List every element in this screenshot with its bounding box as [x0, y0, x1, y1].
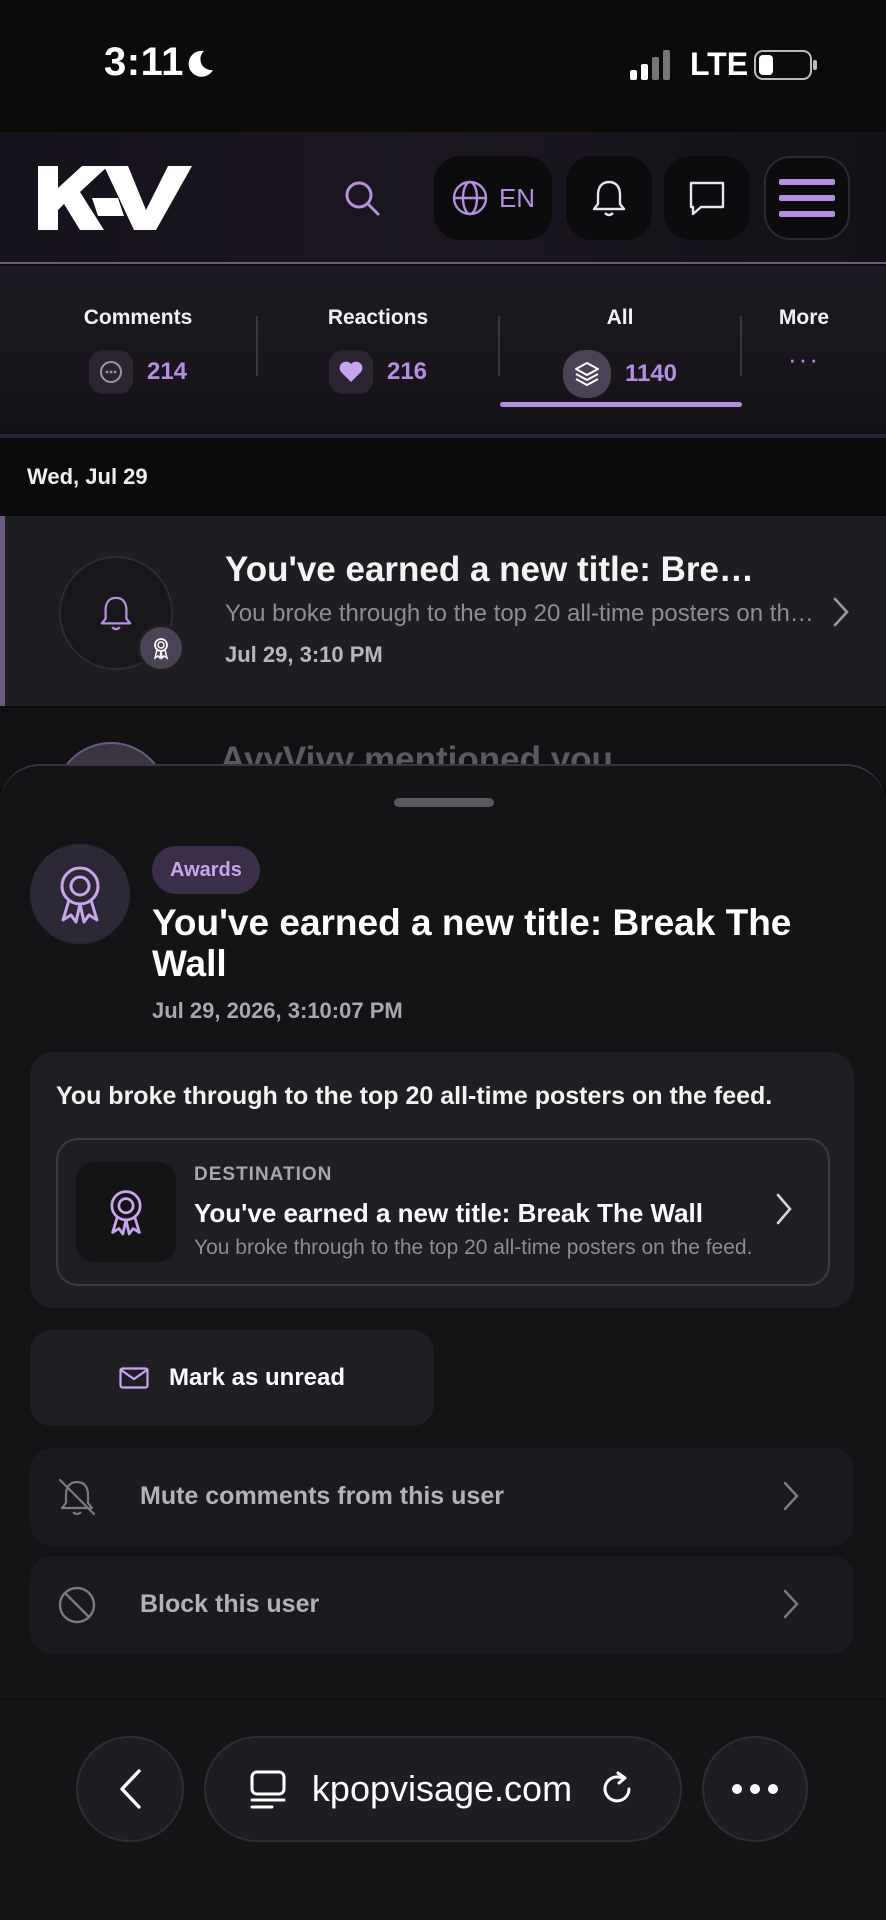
block-icon — [58, 1586, 96, 1624]
app-header: EN — [0, 132, 886, 264]
heart-icon — [328, 350, 373, 394]
active-tab-indicator — [500, 402, 742, 407]
moon-icon — [188, 50, 213, 77]
tab-reactions[interactable]: Reactions 216 — [258, 306, 498, 394]
tab-more[interactable]: More ··· — [744, 306, 864, 375]
layers-icon — [562, 350, 611, 398]
chevron-right-icon — [833, 597, 849, 627]
sheet-timestamp: Jul 29, 2026, 3:10:07 PM — [152, 998, 403, 1023]
bell-icon — [100, 596, 132, 631]
mark-unread-button[interactable]: Mark as unread — [30, 1330, 434, 1426]
mute-user-row[interactable]: Mute comments from this user — [30, 1448, 854, 1546]
message-text: You broke through to the top 20 all-time… — [56, 1082, 773, 1110]
bell-icon — [592, 180, 626, 217]
notification-item[interactable]: You've earned a new title: Bre… You brok… — [0, 516, 886, 706]
url-text: kpopvisage.com — [311, 1768, 573, 1809]
network-label: LTE — [690, 46, 749, 82]
notification-title: You've earned a new title: Bre… — [225, 550, 754, 589]
destination-body: You broke through to the top 20 all-time… — [194, 1236, 753, 1259]
category-chip: Awards — [152, 846, 260, 894]
destination-link[interactable]: DESTINATION You've earned a new title: B… — [56, 1138, 830, 1286]
language-button[interactable]: EN — [434, 156, 552, 240]
destination-thumbnail — [76, 1162, 176, 1262]
bell-off-icon — [58, 1478, 96, 1516]
messages-button[interactable] — [664, 156, 750, 240]
filter-tabs: Comments 214 Reactions 216 All 1140 More — [0, 266, 886, 438]
menu-button[interactable] — [764, 156, 850, 240]
more-options-button[interactable] — [702, 1736, 808, 1842]
tab-count: 1140 — [624, 360, 678, 387]
award-icon — [110, 1190, 142, 1236]
tab-divider — [740, 316, 742, 376]
chevron-left-icon — [120, 1769, 141, 1809]
signal-icon — [630, 50, 670, 80]
block-user-label: Block this user — [140, 1590, 320, 1618]
status-bar: 3:11 LTE — [0, 0, 886, 132]
browser-toolbar: kpopvisage.com — [0, 1700, 886, 1920]
sheet-drag-handle[interactable] — [394, 798, 494, 807]
ellipsis-icon — [732, 1784, 778, 1794]
status-time: 3:11 — [104, 40, 184, 84]
battery-icon — [754, 50, 817, 80]
award-icon — [153, 638, 169, 660]
tab-count: 214 — [146, 358, 188, 385]
award-badge — [137, 624, 185, 672]
notification-detail-sheet: Awards You've earned a new title: Break … — [0, 764, 886, 1699]
more-dots: ··· — [788, 344, 820, 374]
date-label: Wed, Jul 29 — [27, 464, 148, 489]
notification-body: You broke through to the top 20 all-time… — [225, 600, 814, 627]
globe-icon — [452, 180, 488, 216]
comment-icon — [88, 350, 133, 394]
award-avatar — [30, 844, 130, 944]
address-bar[interactable]: kpopvisage.com — [204, 1736, 682, 1842]
language-label: EN — [498, 182, 536, 213]
destination-label: DESTINATION — [194, 1164, 333, 1185]
sheet-title: You've earned a new title: Break The Wal… — [152, 902, 792, 984]
search-button[interactable] — [320, 156, 404, 240]
back-button[interactable] — [76, 1736, 184, 1842]
chevron-right-icon — [783, 1589, 799, 1619]
envelope-icon — [119, 1367, 149, 1389]
notification-time: Jul 29, 3:10 PM — [225, 642, 383, 667]
search-icon — [345, 181, 380, 216]
mute-user-label: Mute comments from this user — [140, 1482, 504, 1510]
chevron-right-icon — [776, 1193, 792, 1225]
tab-overview-icon — [250, 1770, 286, 1809]
tab-label: More — [778, 306, 830, 329]
hamburger-icon — [779, 179, 835, 217]
chat-icon — [689, 181, 725, 216]
tab-label: Reactions — [327, 306, 429, 329]
kv-logo[interactable] — [34, 162, 194, 234]
award-icon — [60, 866, 100, 924]
mark-unread-label: Mark as unread — [168, 1364, 346, 1391]
tab-count: 216 — [386, 358, 428, 385]
notifications-button[interactable] — [566, 156, 652, 240]
block-user-row[interactable]: Block this user — [30, 1556, 854, 1654]
tab-label: All — [606, 306, 634, 329]
tab-comments[interactable]: Comments 214 — [18, 306, 258, 394]
tab-all[interactable]: All 1140 — [500, 306, 740, 398]
chevron-right-icon — [783, 1481, 799, 1511]
message-card: You broke through to the top 20 all-time… — [30, 1052, 854, 1308]
tab-label: Comments — [83, 306, 193, 329]
reload-icon — [603, 1771, 631, 1803]
date-header: Wed, Jul 29 — [0, 442, 886, 514]
destination-title: You've earned a new title: Break The Wal… — [194, 1198, 703, 1228]
